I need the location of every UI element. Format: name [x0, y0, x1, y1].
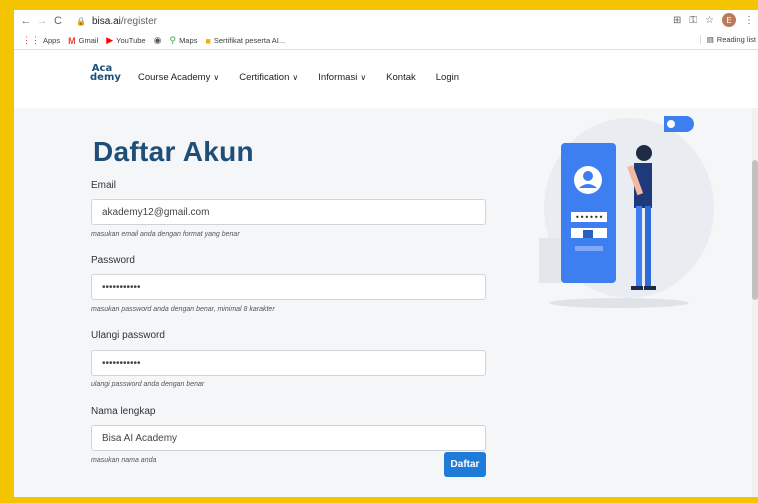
confirm-password-help: ulangi password anda dengan benar	[91, 381, 205, 388]
fullname-field[interactable]: Bisa AI Academy	[91, 425, 486, 451]
site-navbar: Aca demy Course Academy ∨ Certification ∨ I…	[14, 50, 758, 108]
register-illustration: ••••••	[539, 116, 714, 308]
key-icon[interactable]: ⚿	[689, 15, 697, 26]
lock-icon[interactable]: 🔒	[76, 17, 86, 26]
chrome-icon: ◉	[153, 35, 162, 45]
password-field[interactable]: •••••••••••	[91, 274, 486, 300]
reload-icon[interactable]: C	[50, 15, 66, 27]
register-content: Daftar Akun Email akademy12@gmail.com ma…	[14, 108, 758, 497]
bookmark-apps[interactable]: ⋮⋮ Apps	[22, 35, 60, 46]
bookmark-chrome[interactable]: ◉	[154, 35, 162, 46]
apps-grid-icon: ⋮⋮	[22, 35, 40, 45]
star-icon[interactable]: ☆	[705, 15, 714, 26]
confirm-password-field[interactable]: •••••••••••	[91, 350, 486, 376]
bookmark-gmail[interactable]: M Gmail	[68, 36, 98, 46]
scrollbar-thumb[interactable]	[752, 160, 758, 300]
bookmarks-bar: ⋮⋮ Apps M Gmail ▶ YouTube ◉ ⚲ Maps ■ Sertifik…	[14, 32, 758, 50]
browser-window: ← → C 🔒 bisa.ai/register ⊞ ⚿ ☆ E ⋮ ⋮⋮ App…	[14, 10, 758, 497]
password-help: masukan password anda dengan benar, mini…	[91, 306, 275, 313]
nav-certification[interactable]: Certification ∨	[239, 72, 298, 83]
bookmark-maps[interactable]: ⚲ Maps	[169, 35, 197, 46]
forward-icon[interactable]: →	[34, 15, 50, 27]
nav-course-academy[interactable]: Course Academy ∨	[138, 72, 219, 83]
address-bar[interactable]: bisa.ai/register	[92, 16, 157, 27]
email-help: masukan email anda dengan format yang be…	[91, 231, 240, 238]
daftar-button[interactable]: Daftar	[444, 452, 486, 477]
qr-icon[interactable]: ⊞	[673, 15, 681, 26]
confirm-password-label: Ulangi password	[91, 330, 165, 341]
fullname-help: masukan nama anda	[91, 457, 157, 464]
profile-avatar[interactable]: E	[722, 13, 736, 27]
gmail-icon: M	[68, 35, 76, 46]
reading-list-button[interactable]: ▤ Reading list	[699, 35, 756, 44]
maps-icon: ⚲	[169, 35, 177, 45]
email-field[interactable]: akademy12@gmail.com	[91, 199, 486, 225]
address-bar-row: ← → C 🔒 bisa.ai/register ⊞ ⚿ ☆ E ⋮	[14, 10, 758, 32]
email-label: Email	[91, 180, 117, 191]
chevron-down-icon: ∨	[292, 73, 299, 82]
more-menu-icon[interactable]: ⋮	[744, 15, 754, 26]
youtube-icon: ▶	[106, 35, 114, 45]
bookmark-youtube[interactable]: ▶ YouTube	[106, 35, 145, 46]
password-label: Password	[91, 255, 135, 266]
reading-list-icon: ▤	[706, 35, 714, 44]
nav-informasi[interactable]: Informasi ∨	[318, 72, 366, 83]
chevron-down-icon: ∨	[360, 73, 367, 82]
nav-kontak[interactable]: Kontak	[386, 72, 416, 83]
academy-logo[interactable]: Aca demy	[90, 64, 121, 94]
nav-login[interactable]: Login	[436, 72, 459, 83]
svg-text:••••••: ••••••	[575, 213, 603, 222]
bookmark-sertifikat[interactable]: ■ Sertifikat peserta AI...	[205, 36, 285, 46]
fullname-label: Nama lengkap	[91, 406, 156, 417]
page-title: Daftar Akun	[93, 136, 254, 167]
chevron-down-icon: ∨	[213, 73, 220, 82]
back-icon[interactable]: ←	[18, 15, 34, 27]
folder-icon: ■	[205, 35, 211, 46]
